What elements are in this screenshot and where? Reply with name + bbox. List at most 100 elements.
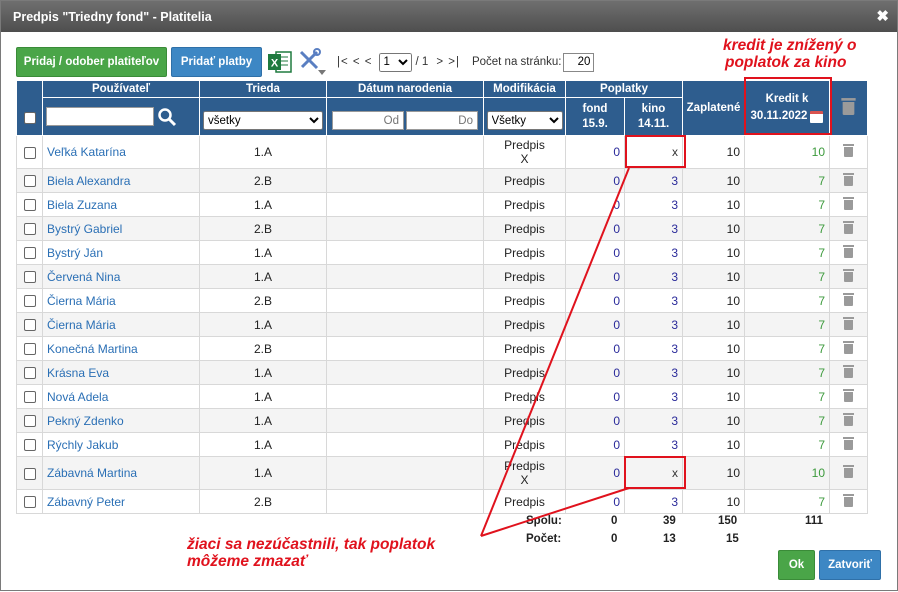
row-checkbox[interactable] bbox=[23, 391, 36, 404]
user-name[interactable]: Krásna Eva bbox=[42, 360, 200, 385]
row-checkbox[interactable] bbox=[23, 146, 36, 159]
trash-icon[interactable] bbox=[843, 364, 854, 378]
trash-icon[interactable] bbox=[843, 144, 854, 157]
row-checkbox[interactable] bbox=[23, 496, 36, 509]
header-modification[interactable]: Modifikácia bbox=[483, 80, 566, 98]
fee-fond-value[interactable]: 0 bbox=[565, 192, 625, 217]
add-payers-button[interactable]: Pridaj / odober platiteľov bbox=[16, 47, 167, 77]
fee-kino-value[interactable]: 3 bbox=[624, 312, 683, 337]
class-filter-select[interactable]: všetky bbox=[203, 111, 323, 130]
fee-fond-value[interactable]: 0 bbox=[565, 360, 625, 385]
trash-icon[interactable] bbox=[843, 220, 854, 234]
trash-icon[interactable] bbox=[841, 98, 856, 115]
row-checkbox[interactable] bbox=[23, 271, 36, 284]
mod-filter-select[interactable]: Všetky bbox=[486, 111, 563, 130]
fee-fond-value[interactable]: 0 bbox=[565, 168, 625, 193]
header-user[interactable]: Používateľ bbox=[42, 80, 200, 98]
trash-icon[interactable] bbox=[843, 172, 854, 186]
user-name[interactable]: Konečná Martina bbox=[42, 336, 200, 361]
header-class[interactable]: Trieda bbox=[199, 80, 327, 98]
trash-icon[interactable] bbox=[843, 316, 854, 330]
ok-button[interactable]: Ok bbox=[778, 550, 815, 580]
trash-icon[interactable] bbox=[843, 412, 854, 426]
trash-icon[interactable] bbox=[843, 465, 854, 478]
row-checkbox[interactable] bbox=[23, 175, 36, 188]
user-name[interactable]: Zábavná Martina bbox=[42, 456, 200, 490]
trash-icon[interactable] bbox=[843, 436, 854, 450]
fee-fond-value[interactable]: 0 bbox=[565, 288, 625, 313]
trash-icon[interactable] bbox=[843, 340, 854, 354]
fee-fond-value[interactable]: 0 bbox=[565, 264, 625, 289]
fee-fond-value[interactable]: 0 bbox=[565, 240, 625, 265]
select-all-header[interactable] bbox=[16, 80, 43, 136]
trash-icon[interactable] bbox=[843, 493, 854, 507]
user-filter-input[interactable] bbox=[46, 107, 154, 126]
fee-kino-value[interactable]: 3 bbox=[624, 192, 683, 217]
user-name[interactable]: Rýchly Jakub bbox=[42, 432, 200, 457]
row-checkbox[interactable] bbox=[23, 247, 36, 260]
trash-icon[interactable] bbox=[843, 292, 854, 306]
pager-first-prev[interactable]: |< < < bbox=[337, 56, 373, 68]
row-checkbox[interactable] bbox=[23, 199, 36, 212]
row-checkbox[interactable] bbox=[23, 415, 36, 428]
fee-fond-value[interactable]: 0 bbox=[565, 216, 625, 241]
user-name[interactable]: Bystrý Gabriel bbox=[42, 216, 200, 241]
user-name[interactable]: Biela Alexandra bbox=[42, 168, 200, 193]
trash-icon[interactable] bbox=[843, 244, 854, 258]
row-checkbox[interactable] bbox=[23, 439, 36, 452]
fee-fond-value[interactable]: 0 bbox=[565, 312, 625, 337]
fee-kino-value[interactable]: 3 bbox=[624, 336, 683, 361]
fee-fond-value[interactable]: 0 bbox=[565, 336, 625, 361]
trash-icon[interactable] bbox=[843, 388, 854, 402]
user-name[interactable]: Červená Nina bbox=[42, 264, 200, 289]
user-name[interactable]: Zábavný Peter bbox=[42, 489, 200, 514]
fee-kino-value[interactable]: 3 bbox=[624, 408, 683, 433]
header-fee-kino[interactable]: kino 14.11. bbox=[624, 97, 683, 136]
per-page-input[interactable] bbox=[563, 52, 595, 72]
row-checkbox[interactable] bbox=[23, 367, 36, 380]
select-all-checkbox[interactable] bbox=[23, 112, 36, 124]
row-checkbox[interactable] bbox=[23, 343, 36, 356]
birth-to-input[interactable] bbox=[406, 111, 478, 130]
fee-kino-value[interactable]: 3 bbox=[624, 240, 683, 265]
tools-icon[interactable] bbox=[297, 48, 327, 76]
fee-fond-value[interactable]: 0 bbox=[565, 384, 625, 409]
trash-icon[interactable] bbox=[843, 196, 854, 210]
fee-fond-value[interactable]: 0 bbox=[565, 432, 625, 457]
header-paid[interactable]: Zaplatené bbox=[682, 80, 745, 136]
close-icon[interactable]: ✖ bbox=[876, 7, 889, 25]
user-name[interactable]: Čierna Mária bbox=[42, 312, 200, 337]
search-icon[interactable] bbox=[157, 107, 177, 127]
fee-fond-value[interactable]: 0 bbox=[565, 135, 625, 169]
fee-kino-value[interactable]: 3 bbox=[624, 288, 683, 313]
fee-fond-value[interactable]: 0 bbox=[565, 489, 625, 514]
pager-next-last[interactable]: > >| bbox=[436, 56, 460, 68]
fee-kino-value[interactable]: 3 bbox=[624, 360, 683, 385]
user-name[interactable]: Bystrý Ján bbox=[42, 240, 200, 265]
user-name[interactable]: Veľká Katarína bbox=[42, 135, 200, 169]
header-fee-fond[interactable]: fond 15.9. bbox=[565, 97, 625, 136]
user-name[interactable]: Nová Adela bbox=[42, 384, 200, 409]
page-select[interactable]: 1 bbox=[378, 52, 412, 72]
excel-export-icon[interactable]: X bbox=[267, 49, 293, 75]
user-name[interactable]: Čierna Mária bbox=[42, 288, 200, 313]
fee-kino-value[interactable]: 3 bbox=[624, 384, 683, 409]
fee-kino-value[interactable]: 3 bbox=[624, 216, 683, 241]
add-payments-button[interactable]: Pridať platby bbox=[171, 47, 262, 77]
row-checkbox[interactable] bbox=[23, 467, 36, 480]
fee-kino-value[interactable]: 3 bbox=[624, 264, 683, 289]
row-checkbox[interactable] bbox=[23, 223, 36, 236]
birth-from-input[interactable] bbox=[332, 111, 404, 130]
fee-kino-value[interactable]: 3 bbox=[624, 432, 683, 457]
header-birth[interactable]: Dátum narodenia bbox=[326, 80, 484, 98]
trash-icon[interactable] bbox=[843, 268, 854, 282]
fee-fond-value[interactable]: 0 bbox=[565, 408, 625, 433]
user-name[interactable]: Biela Zuzana bbox=[42, 192, 200, 217]
fee-kino-value[interactable]: 3 bbox=[624, 489, 683, 514]
close-button[interactable]: Zatvoriť bbox=[819, 550, 881, 580]
fee-kino-value[interactable]: 3 bbox=[624, 168, 683, 193]
fee-fond-value[interactable]: 0 bbox=[565, 456, 625, 490]
row-checkbox[interactable] bbox=[23, 319, 36, 332]
user-name[interactable]: Pekný Zdenko bbox=[42, 408, 200, 433]
row-checkbox[interactable] bbox=[23, 295, 36, 308]
